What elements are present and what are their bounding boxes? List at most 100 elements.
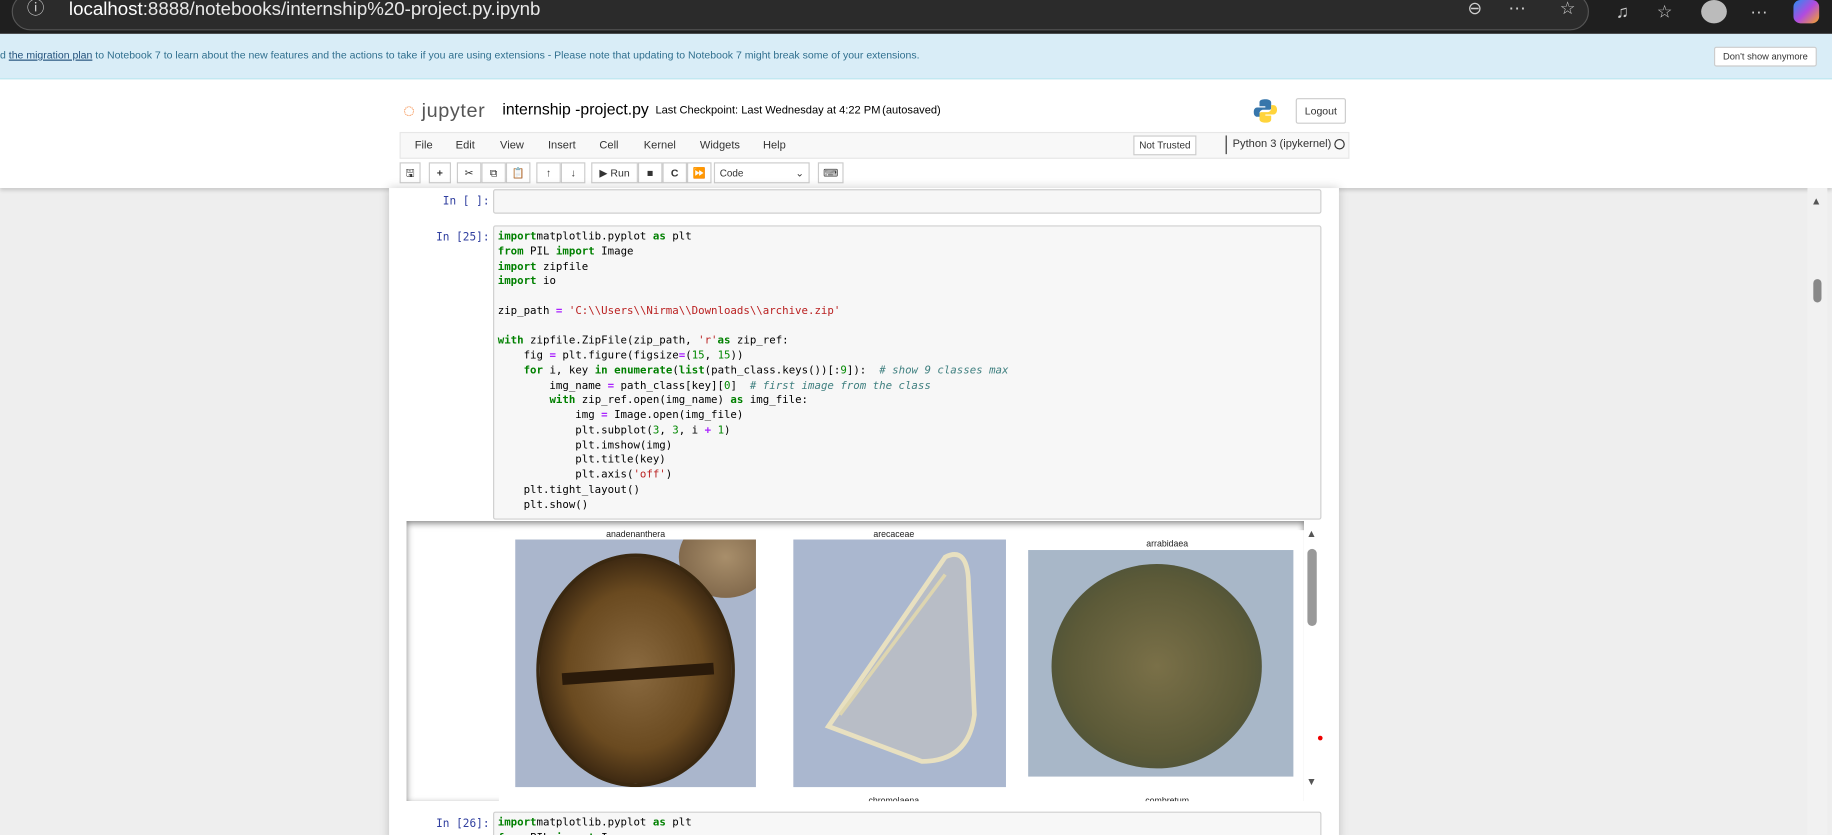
code-token: matplotlib.pyplot: [536, 230, 653, 243]
copilot-icon[interactable]: [1793, 0, 1820, 24]
info-icon[interactable]: ⓘ: [27, 0, 45, 20]
move-up-button[interactable]: ↑: [536, 162, 561, 184]
notebook-name[interactable]: internship -project.py: [502, 100, 648, 118]
code-line: plt.show(): [498, 498, 1009, 513]
code-line: img_name = path_class[key][0] # first im…: [498, 379, 1009, 394]
arrow-down-icon: ↓: [570, 166, 576, 179]
subplot-title: arrabidaea: [1146, 538, 1189, 549]
code-token: img: [497, 408, 602, 422]
scrollbar-thumb[interactable]: [1813, 279, 1822, 303]
code-line: import zipfile: [498, 260, 1009, 275]
code-token: ]):: [846, 364, 880, 377]
paste-button[interactable]: 📋: [505, 162, 531, 184]
code-line: zip_path = 'C:\\Users\\Nirma\\Downloads\…: [498, 305, 1009, 320]
migration-plan-link[interactable]: the migration plan: [9, 49, 93, 61]
scroll-down-icon[interactable]: ▼: [1306, 775, 1316, 787]
code-token: PIL: [524, 831, 556, 835]
code-token: ,: [659, 423, 673, 437]
banner-prefix: d: [0, 49, 9, 61]
profile-icon[interactable]: [1701, 0, 1727, 24]
insert-cell-button[interactable]: +: [428, 162, 451, 184]
code-token: # show 9 classes max: [879, 364, 1009, 377]
restart-button[interactable]: C: [662, 162, 688, 184]
empty-code-cell[interactable]: [493, 189, 1322, 214]
code-token: zip_path: [497, 304, 556, 318]
code-token: )): [730, 349, 744, 363]
output-scrollbar[interactable]: ▲ ▼: [1304, 526, 1320, 802]
copy-button[interactable]: ⧉: [481, 162, 506, 184]
logo-text: jupyter: [421, 99, 486, 122]
code-token: zipfile.ZipFile(zip_path,: [523, 334, 699, 348]
code-line: with zipfile.ZipFile(zip_path, 'r'as zip…: [498, 334, 1009, 349]
code-token: , i: [678, 423, 705, 437]
code-token: import: [497, 259, 537, 273]
menu-widgets[interactable]: Widgets: [700, 139, 740, 152]
logout-button[interactable]: Logout: [1295, 98, 1346, 124]
cell-output-scroll[interactable]: anadenanthera arecaceae arrabidaea chrom…: [406, 520, 1304, 802]
subplot-image: [793, 539, 1006, 788]
code-token: as: [652, 230, 666, 243]
cell-prompt: In [26]:: [436, 817, 490, 831]
code-editor[interactable]: importmatplotlib.pyplot as pltfrom PIL i…: [498, 230, 1009, 513]
code-token: matplotlib.pyplot: [536, 816, 653, 830]
menu-view[interactable]: View: [500, 139, 524, 152]
move-down-button[interactable]: ↓: [560, 162, 586, 184]
code-token: Image: [594, 244, 634, 258]
subplot-image: [1028, 550, 1294, 777]
code-line: plt.imshow(img): [498, 439, 1009, 454]
menu-help[interactable]: Help: [763, 139, 786, 152]
dont-show-anymore-button[interactable]: Don't show anymore: [1713, 46, 1817, 67]
menu-icon[interactable]: ···: [1750, 2, 1768, 23]
zoom-out-icon[interactable]: ⊖: [1467, 0, 1482, 20]
code-line: import io: [498, 275, 1009, 290]
menu-insert[interactable]: Insert: [548, 139, 576, 152]
scrollbar-thumb[interactable]: [1307, 548, 1317, 626]
more-options-icon[interactable]: ⋯: [1508, 0, 1526, 20]
menu-kernel[interactable]: Kernel: [644, 139, 676, 152]
code-token: path_class[key][: [614, 378, 724, 392]
read-aloud-icon[interactable]: ♫: [1616, 2, 1629, 23]
favorites-icon[interactable]: ☆: [1657, 2, 1673, 23]
code-line: plt.tight_layout(): [498, 483, 1009, 498]
menu-file[interactable]: File: [415, 139, 433, 152]
cut-icon: ✂: [464, 166, 474, 179]
code-editor[interactable]: importmatplotlib.pyplot as pltfrom PIL i…: [498, 816, 692, 835]
favorite-star-icon[interactable]: ☆: [1560, 0, 1576, 20]
code-token: 'C:\\Users\\Nirma\\Downloads\\archive.zi…: [568, 304, 841, 318]
jupyter-logo[interactable]: ◌ jupyter: [403, 99, 485, 122]
code-token: import: [497, 274, 537, 288]
banner-text: to Notebook 7 to learn about the new fea…: [92, 49, 920, 61]
page-scrollbar[interactable]: ▲: [1807, 188, 1828, 835]
jupyter-logo-icon: ◌: [403, 99, 422, 122]
not-trusted-button[interactable]: Not Trusted: [1133, 135, 1197, 156]
menu-cell[interactable]: Cell: [599, 139, 618, 152]
paste-icon: 📋: [511, 166, 525, 179]
code-token: zip_ref.open(img_name): [575, 393, 731, 407]
code-token: enumerate: [614, 364, 673, 377]
menu-edit[interactable]: Edit: [456, 139, 475, 152]
save-button[interactable]: 🖫: [399, 162, 421, 184]
code-line: importmatplotlib.pyplot as plt: [498, 816, 692, 831]
code-line: plt.axis('off'): [498, 468, 1009, 483]
run-button[interactable]: ▶ Run: [591, 162, 638, 184]
restart-run-all-button[interactable]: ⏩: [687, 162, 712, 184]
command-palette-button[interactable]: ⌨: [817, 162, 844, 184]
kernel-name[interactable]: Python 3 (ipykernel): [1225, 135, 1331, 155]
cell-type-select[interactable]: Code ⌄: [713, 162, 810, 184]
interrupt-button[interactable]: ■: [637, 162, 663, 184]
code-token: img_name: [497, 378, 608, 392]
code-token: plt.title(key): [497, 453, 666, 467]
scroll-up-icon[interactable]: ▲: [1306, 528, 1316, 540]
cut-button[interactable]: ✂: [456, 162, 482, 184]
code-token: 15: [717, 349, 731, 363]
code-token: from: [497, 244, 524, 258]
code-line: img = Image.open(img_file): [498, 409, 1009, 424]
arrow-up-icon: ↑: [545, 166, 552, 179]
code-token: list: [678, 364, 705, 377]
address-bar[interactable]: ⓘ localhost:8888/notebooks/internship%20…: [11, 0, 1589, 31]
scroll-up-icon[interactable]: ▲: [1811, 195, 1821, 207]
save-icon: 🖫: [405, 166, 415, 179]
code-token: plt: [665, 230, 692, 243]
chevron-down-icon: ⌄: [795, 166, 804, 179]
